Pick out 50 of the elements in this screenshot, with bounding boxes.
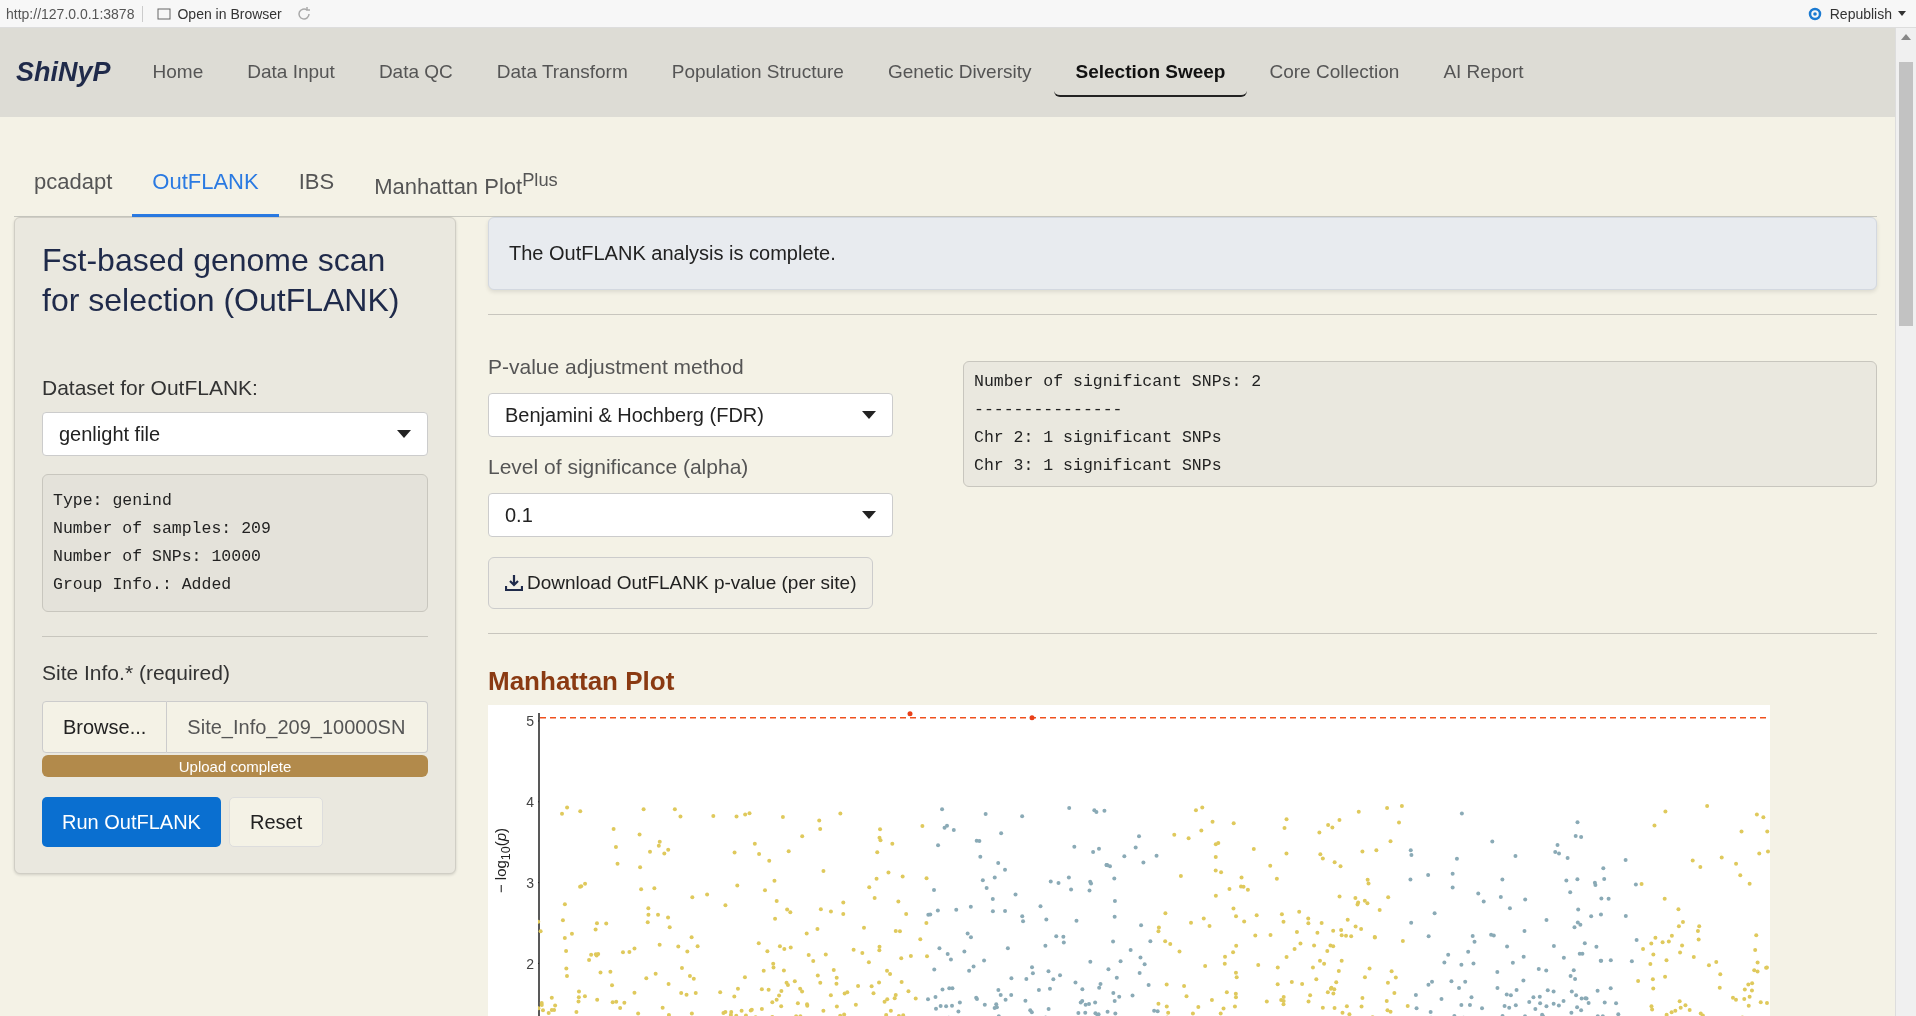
- scrollbar-thumb[interactable]: [1899, 62, 1913, 326]
- nav-link[interactable]: Selection Sweep: [1053, 48, 1248, 97]
- tick-label: 2: [526, 955, 534, 972]
- browse-button[interactable]: Browse...: [42, 701, 168, 754]
- reset-button[interactable]: Reset: [228, 797, 324, 848]
- plot-title: Manhattan Plot: [488, 666, 676, 698]
- field-label: Level of significance (alpha): [488, 455, 750, 480]
- tab[interactable]: IBS: [278, 157, 355, 218]
- significant-point: [1029, 715, 1035, 721]
- progress-text: Upload complete: [178, 757, 292, 775]
- nav-link[interactable]: Data QC: [356, 48, 475, 97]
- file-name-field[interactable]: Site_Info_209_10000SN: [167, 701, 428, 754]
- field-label: Dataset for OutFLANK:: [42, 376, 259, 401]
- nav-link[interactable]: Home: [130, 48, 226, 97]
- scroll-up-icon[interactable]: [1901, 34, 1911, 40]
- scrollbar[interactable]: [1895, 28, 1916, 1016]
- status-message: The OutFLANK analysis is complete.: [488, 217, 1877, 291]
- download-icon: [505, 574, 523, 593]
- field-label: P-value adjustment method: [488, 355, 745, 380]
- republish-button[interactable]: Republish: [1801, 3, 1910, 24]
- dataset-info-text: Type: genind Number of samples: 209 Number of SNPs: 10000 Group Info.: Added: [42, 474, 428, 613]
- refresh-icon[interactable]: [295, 5, 312, 22]
- method-select[interactable]: Benjamini & Hochberg (FDR): [488, 393, 893, 438]
- tick-label: 4: [526, 794, 534, 811]
- summary-output: Number of significant SNPs: 2 --------------- Chr 2: 1 significant SNPs Chr 3: 1 significant SNPs: [963, 361, 1877, 488]
- nav-link[interactable]: Data Transform: [474, 48, 650, 97]
- nav-link[interactable]: Core Collection: [1247, 48, 1422, 97]
- url-text: http://127.0.0.1:3878: [6, 5, 144, 22]
- tick-label: 5: [526, 713, 534, 730]
- tab[interactable]: Manhattan Plot$^{Plus}$: [354, 157, 578, 218]
- caret-icon: [862, 411, 876, 420]
- nav-link[interactable]: Data Input: [225, 48, 357, 97]
- panel-title: Fst-based genome scan for selection (OutFLANK): [42, 241, 401, 321]
- window-icon: [157, 7, 172, 20]
- caret-icon: [862, 511, 876, 520]
- download-button[interactable]: Download OutFLANK p-value (per site): [488, 557, 874, 610]
- tick-label: 3: [526, 874, 534, 891]
- caret-icon: [397, 430, 411, 439]
- alpha-select[interactable]: 0.1: [488, 493, 893, 538]
- caret-icon: [1898, 11, 1906, 16]
- app-logo[interactable]: ShiNyP: [16, 57, 111, 88]
- significant-point: [907, 711, 913, 717]
- dataset-select[interactable]: genlight file: [42, 412, 428, 457]
- open-browser-button[interactable]: Open in Browser: [153, 3, 286, 24]
- field-label: Site Info.* (required): [42, 661, 231, 686]
- nav-link[interactable]: AI Report: [1421, 48, 1546, 97]
- tab[interactable]: pcadapt: [14, 157, 133, 218]
- run-button[interactable]: Run OutFLANK: [42, 797, 221, 848]
- nav-link[interactable]: Genetic Diversity: [865, 48, 1054, 97]
- nav-link[interactable]: Population Structure: [649, 48, 866, 97]
